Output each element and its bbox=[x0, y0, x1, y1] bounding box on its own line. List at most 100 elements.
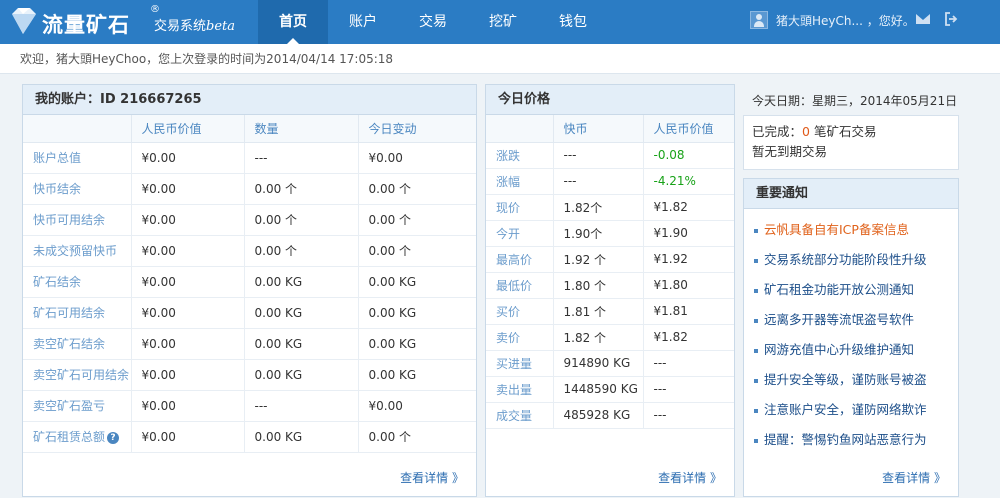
price-row: 卖价 1.82 个 ¥1.82 bbox=[486, 324, 734, 351]
price-row: 涨幅 --- -4.21% bbox=[486, 168, 734, 195]
main-nav: 首页 账户 交易 挖矿 钱包 bbox=[258, 0, 608, 44]
price-rmb-value: ¥1.92 bbox=[643, 246, 734, 273]
price-coin-value: 485928 KG bbox=[553, 402, 644, 429]
account-today-change: 0.00 个 bbox=[358, 235, 476, 267]
notice-item[interactable]: 注意账户安全，谨防网络欺诈 bbox=[754, 395, 948, 425]
brand-registered-mark: ® bbox=[150, 4, 160, 15]
account-row-label: 快币结余 bbox=[23, 173, 132, 205]
account-row: 矿石可用结余 ¥0.00 0.00 KG 0.00 KG bbox=[23, 297, 476, 329]
price-row: 今开 1.90个 ¥1.90 bbox=[486, 220, 734, 247]
account-table: 人民币价值 数量 今日变动 账户总值 ¥0.00 --- ¥0.00 快币结余 ¥0.00… bbox=[23, 115, 476, 453]
price-coin-value: 1.81 个 bbox=[553, 298, 644, 325]
price-row: 最低价 1.80 个 ¥1.80 bbox=[486, 272, 734, 299]
notice-item[interactable]: 云帆具备自有ICP备案信息 bbox=[754, 215, 948, 245]
price-more-link[interactable]: 查看详情 》 bbox=[658, 469, 722, 486]
avatar[interactable] bbox=[750, 11, 768, 29]
nav-account[interactable]: 账户 bbox=[328, 0, 398, 44]
account-today-change: 0.00 KG bbox=[358, 297, 476, 329]
price-rmb-value: ¥1.81 bbox=[643, 298, 734, 325]
price-coin-value: 1.80 个 bbox=[553, 272, 644, 299]
notice-item[interactable]: 提升安全等级，谨防账号被盗 bbox=[754, 365, 948, 395]
account-col-change: 今日变动 bbox=[358, 115, 476, 143]
help-icon[interactable]: ? bbox=[107, 431, 120, 444]
price-header-row: 快币 人民币价值 bbox=[486, 115, 734, 143]
notice-item[interactable]: 矿石租金功能开放公测通知 bbox=[754, 275, 948, 305]
price-row-label: 现价 bbox=[486, 194, 554, 221]
price-coin-value: 1.90个 bbox=[553, 220, 644, 247]
account-panel: 我的账户：ID 216667265 人民币价值 数量 今日变动 账户总值 ¥0.0… bbox=[22, 84, 477, 497]
price-row-label: 买进量 bbox=[486, 350, 554, 377]
price-row: 涨跌 --- -0.08 bbox=[486, 142, 734, 169]
account-row-label: 矿石租赁总额? bbox=[23, 421, 132, 453]
price-rmb-value: --- bbox=[643, 350, 734, 377]
account-quantity: 0.00 KG bbox=[244, 359, 359, 391]
account-rmb-value: ¥0.00 bbox=[131, 173, 245, 205]
nav-wallet[interactable]: 钱包 bbox=[538, 0, 608, 44]
price-row-label: 涨跌 bbox=[486, 142, 554, 169]
notice-title: 重要通知 bbox=[744, 179, 958, 209]
account-row-label: 账户总值 bbox=[23, 142, 132, 174]
account-today-change: 0.00 个 bbox=[358, 204, 476, 236]
logout-icon[interactable] bbox=[944, 12, 958, 26]
expiry-status: 暂无到期交易 bbox=[752, 144, 828, 159]
notice-item[interactable]: 交易系统部分功能阶段性升级 bbox=[754, 245, 948, 275]
notice-more-link[interactable]: 查看详情 》 bbox=[882, 469, 946, 486]
account-col-label bbox=[23, 115, 132, 143]
price-coin-value: 1.82个 bbox=[553, 194, 644, 221]
account-row-label: 卖空矿石盈亏 bbox=[23, 390, 132, 422]
price-coin-value: 1.92 个 bbox=[553, 246, 644, 273]
price-title: 今日价格 bbox=[486, 85, 734, 115]
brand-name: 流量矿石 bbox=[42, 13, 130, 37]
account-rmb-value: ¥0.00 bbox=[131, 204, 245, 236]
price-row: 卖出量 1448590 KG --- bbox=[486, 376, 734, 403]
nav-trade[interactable]: 交易 bbox=[398, 0, 468, 44]
price-rmb-value: ¥1.90 bbox=[643, 220, 734, 247]
price-col-label bbox=[486, 115, 554, 143]
account-today-change: 0.00 KG bbox=[358, 359, 476, 391]
account-rmb-value: ¥0.00 bbox=[131, 142, 245, 174]
price-row-label: 成交量 bbox=[486, 402, 554, 429]
account-row: 卖空矿石盈亏 ¥0.00 --- ¥0.00 bbox=[23, 390, 476, 422]
account-row-label: 矿石可用结余 bbox=[23, 297, 132, 329]
account-today-change: ¥0.00 bbox=[358, 142, 476, 174]
account-row: 快币可用结余 ¥0.00 0.00 个 0.00 个 bbox=[23, 204, 476, 236]
brand-logo[interactable]: 流量矿石 ® 交易系统beta bbox=[8, 4, 258, 40]
price-rmb-value: --- bbox=[643, 402, 734, 429]
account-rmb-value: ¥0.00 bbox=[131, 235, 245, 267]
price-rmb-value: --- bbox=[643, 376, 734, 403]
account-today-change: ¥0.00 bbox=[358, 390, 476, 422]
account-row-label: 快币可用结余 bbox=[23, 204, 132, 236]
account-row: 快币结余 ¥0.00 0.00 个 0.00 个 bbox=[23, 173, 476, 205]
account-row-label: 未成交预留快币 bbox=[23, 235, 132, 267]
notice-item[interactable]: 网游充值中心升级维护通知 bbox=[754, 335, 948, 365]
account-quantity: --- bbox=[244, 390, 359, 422]
account-row-label: 卖空矿石可用结余 bbox=[23, 359, 132, 391]
account-more-link[interactable]: 查看详情 》 bbox=[400, 469, 464, 486]
notice-list: 云帆具备自有ICP备案信息 交易系统部分功能阶段性升级 矿石租金功能开放公测通知 远离… bbox=[744, 209, 958, 455]
price-coin-value: 1448590 KG bbox=[553, 376, 644, 403]
mail-icon[interactable] bbox=[916, 14, 930, 24]
notice-item[interactable]: 提醒：警惕钓鱼网站恶意行为 bbox=[754, 425, 948, 455]
price-col-coin: 快币 bbox=[553, 115, 644, 143]
notice-panel: 重要通知 云帆具备自有ICP备案信息 交易系统部分功能阶段性升级 矿石租金功能开放公… bbox=[743, 178, 959, 497]
price-row: 成交量 485928 KG --- bbox=[486, 402, 734, 429]
top-bar: 流量矿石 ® 交易系统beta 首页 账户 交易 挖矿 钱包 猪大頭HeyCh.… bbox=[0, 0, 1000, 44]
price-row-label: 最高价 bbox=[486, 246, 554, 273]
price-panel: 今日价格 快币 人民币价值 涨跌 --- -0.08 涨幅 --- -4.21% 现价 1.8… bbox=[485, 84, 735, 497]
account-header-row: 人民币价值 数量 今日变动 bbox=[23, 115, 476, 143]
nav-mining[interactable]: 挖矿 bbox=[468, 0, 538, 44]
user-box[interactable]: 猪大頭HeyCh... ，您好。 bbox=[750, 10, 915, 30]
brand-subtitle: 交易系统beta bbox=[154, 19, 236, 34]
notice-item[interactable]: 远离多开器等流氓盗号软件 bbox=[754, 305, 948, 335]
price-row: 买进量 914890 KG --- bbox=[486, 350, 734, 377]
account-quantity: 0.00 KG bbox=[244, 297, 359, 329]
price-coin-value: 914890 KG bbox=[553, 350, 644, 377]
price-coin-value: --- bbox=[553, 168, 644, 195]
account-row-label: 矿石结余 bbox=[23, 266, 132, 298]
account-today-change: 0.00 KG bbox=[358, 328, 476, 360]
nav-home[interactable]: 首页 bbox=[258, 0, 328, 44]
price-row-label: 今开 bbox=[486, 220, 554, 247]
account-row: 未成交预留快币 ¥0.00 0.00 个 0.00 个 bbox=[23, 235, 476, 267]
price-rmb-value: -0.08 bbox=[643, 142, 734, 169]
account-quantity: 0.00 个 bbox=[244, 235, 359, 267]
